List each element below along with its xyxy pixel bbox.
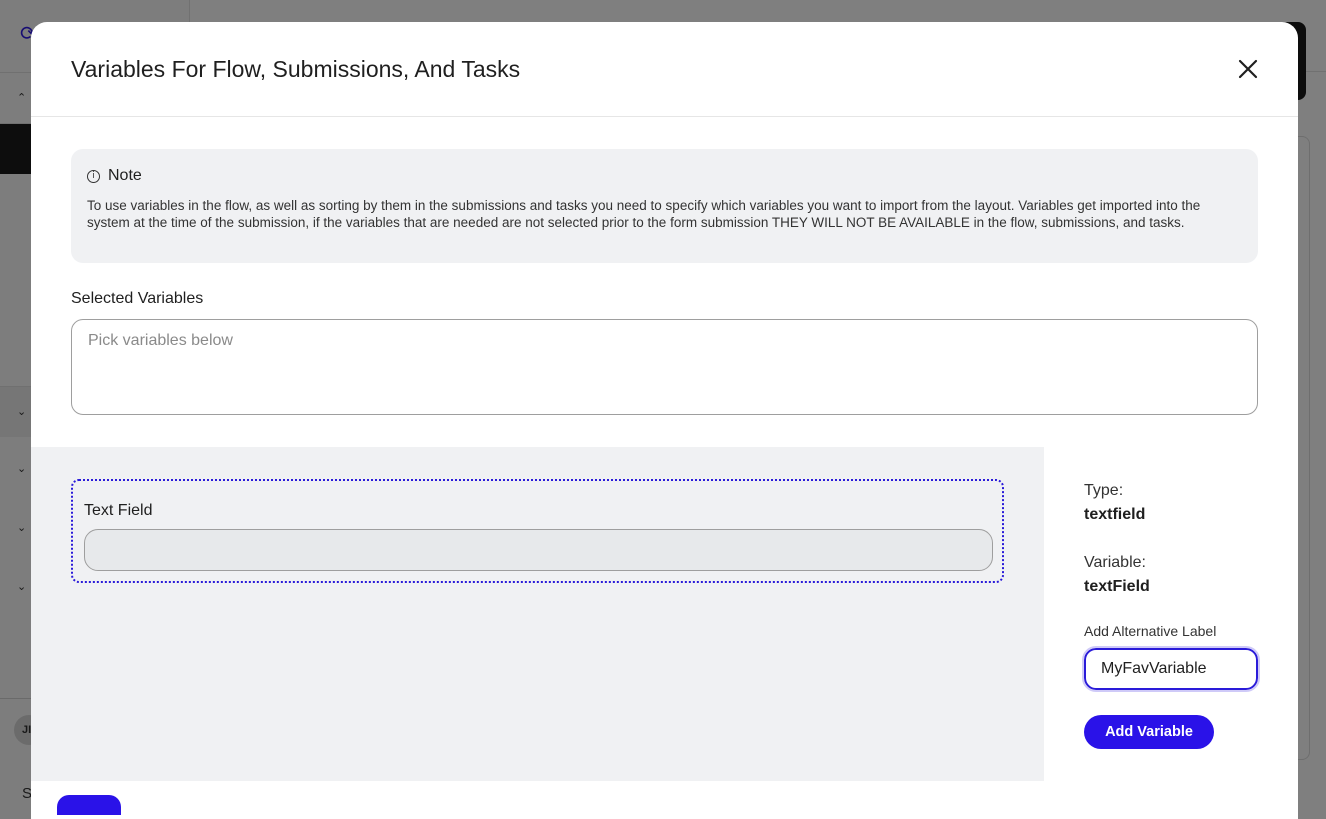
note-title: Note (108, 167, 142, 184)
variable-picker: Text Field Type: textfield Variable: tex… (31, 447, 1298, 781)
type-label: Type: (1084, 482, 1124, 499)
variables-modal: Variables For Flow, Submissions, And Tas… (31, 22, 1298, 819)
alternative-label-input[interactable] (1082, 646, 1260, 692)
variable-details: Type: textfield Variable: textField Add … (1044, 447, 1298, 781)
selected-variables-input[interactable] (71, 319, 1258, 415)
close-icon (1238, 59, 1258, 79)
variable-value: textField (1084, 578, 1150, 595)
form-preview: Text Field (31, 447, 1044, 781)
selected-variables-label: Selected Variables (71, 290, 204, 307)
info-icon: i (87, 169, 100, 183)
variable-label: Variable: (1084, 554, 1146, 571)
footer-button[interactable] (57, 795, 121, 815)
alternative-label-title: Add Alternative Label (1084, 623, 1217, 639)
modal-title: Variables For Flow, Submissions, And Tas… (71, 56, 521, 82)
text-field-component[interactable]: Text Field (71, 479, 1004, 583)
modal-header: Variables For Flow, Submissions, And Tas… (31, 22, 1298, 117)
text-field-label: Text Field (84, 502, 153, 519)
note-box: i Note To use variables in the flow, as … (71, 149, 1258, 263)
text-field-preview-input (84, 529, 993, 571)
add-variable-button[interactable]: Add Variable (1084, 715, 1214, 749)
note-text: To use variables in the flow, as well as… (87, 198, 1201, 230)
close-button[interactable] (1229, 52, 1267, 86)
type-value: textfield (1084, 506, 1146, 523)
